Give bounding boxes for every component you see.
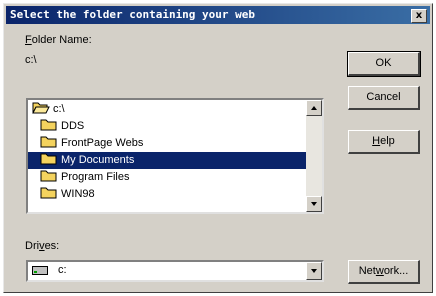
cancel-button[interactable]: Cancel [348,86,420,110]
list-item[interactable]: DDS [28,118,308,135]
drives-dropdown[interactable]: c: [26,260,324,282]
scroll-down-button[interactable] [306,196,322,212]
open-folder-icon [32,102,50,114]
select-folder-dialog: Select the folder containing your web x … [3,3,433,293]
folder-icon [40,119,57,131]
list-item[interactable]: FrontPage Webs [28,135,308,152]
folder-icon [40,153,57,165]
scroll-up-button[interactable] [306,100,322,116]
drives-label: Drives: [25,240,60,252]
drives-value: c: [58,264,67,276]
folder-icon [40,170,57,182]
dialog-title: Select the folder containing your web [10,8,256,21]
folder-icon [40,136,57,148]
help-button[interactable]: Help [348,130,420,154]
list-item-selected[interactable]: My Documents [28,152,308,169]
network-button[interactable]: Network... [348,260,420,284]
drives-dropdown-button[interactable] [306,262,322,280]
close-icon: x [415,10,423,21]
list-item[interactable]: Program Files [28,169,308,186]
list-item[interactable]: c:\ [28,101,308,118]
chevron-down-icon [311,269,317,273]
hard-drive-icon [32,266,48,275]
close-button[interactable]: x [411,9,427,23]
list-item[interactable]: WIN98 [28,186,308,203]
ok-button[interactable]: OK [347,51,421,77]
folder-list-scrollbar[interactable] [306,100,322,212]
arrow-up-icon [311,106,317,110]
folder-list[interactable]: c:\ DDS FrontPage Webs My Documents Prog… [26,98,324,214]
title-bar[interactable]: Select the folder containing your web x [6,6,430,24]
folder-name-label: Folder Name: [25,34,92,46]
folder-icon [40,187,57,199]
current-folder-path: c:\ [25,54,37,66]
arrow-down-icon [311,202,317,206]
